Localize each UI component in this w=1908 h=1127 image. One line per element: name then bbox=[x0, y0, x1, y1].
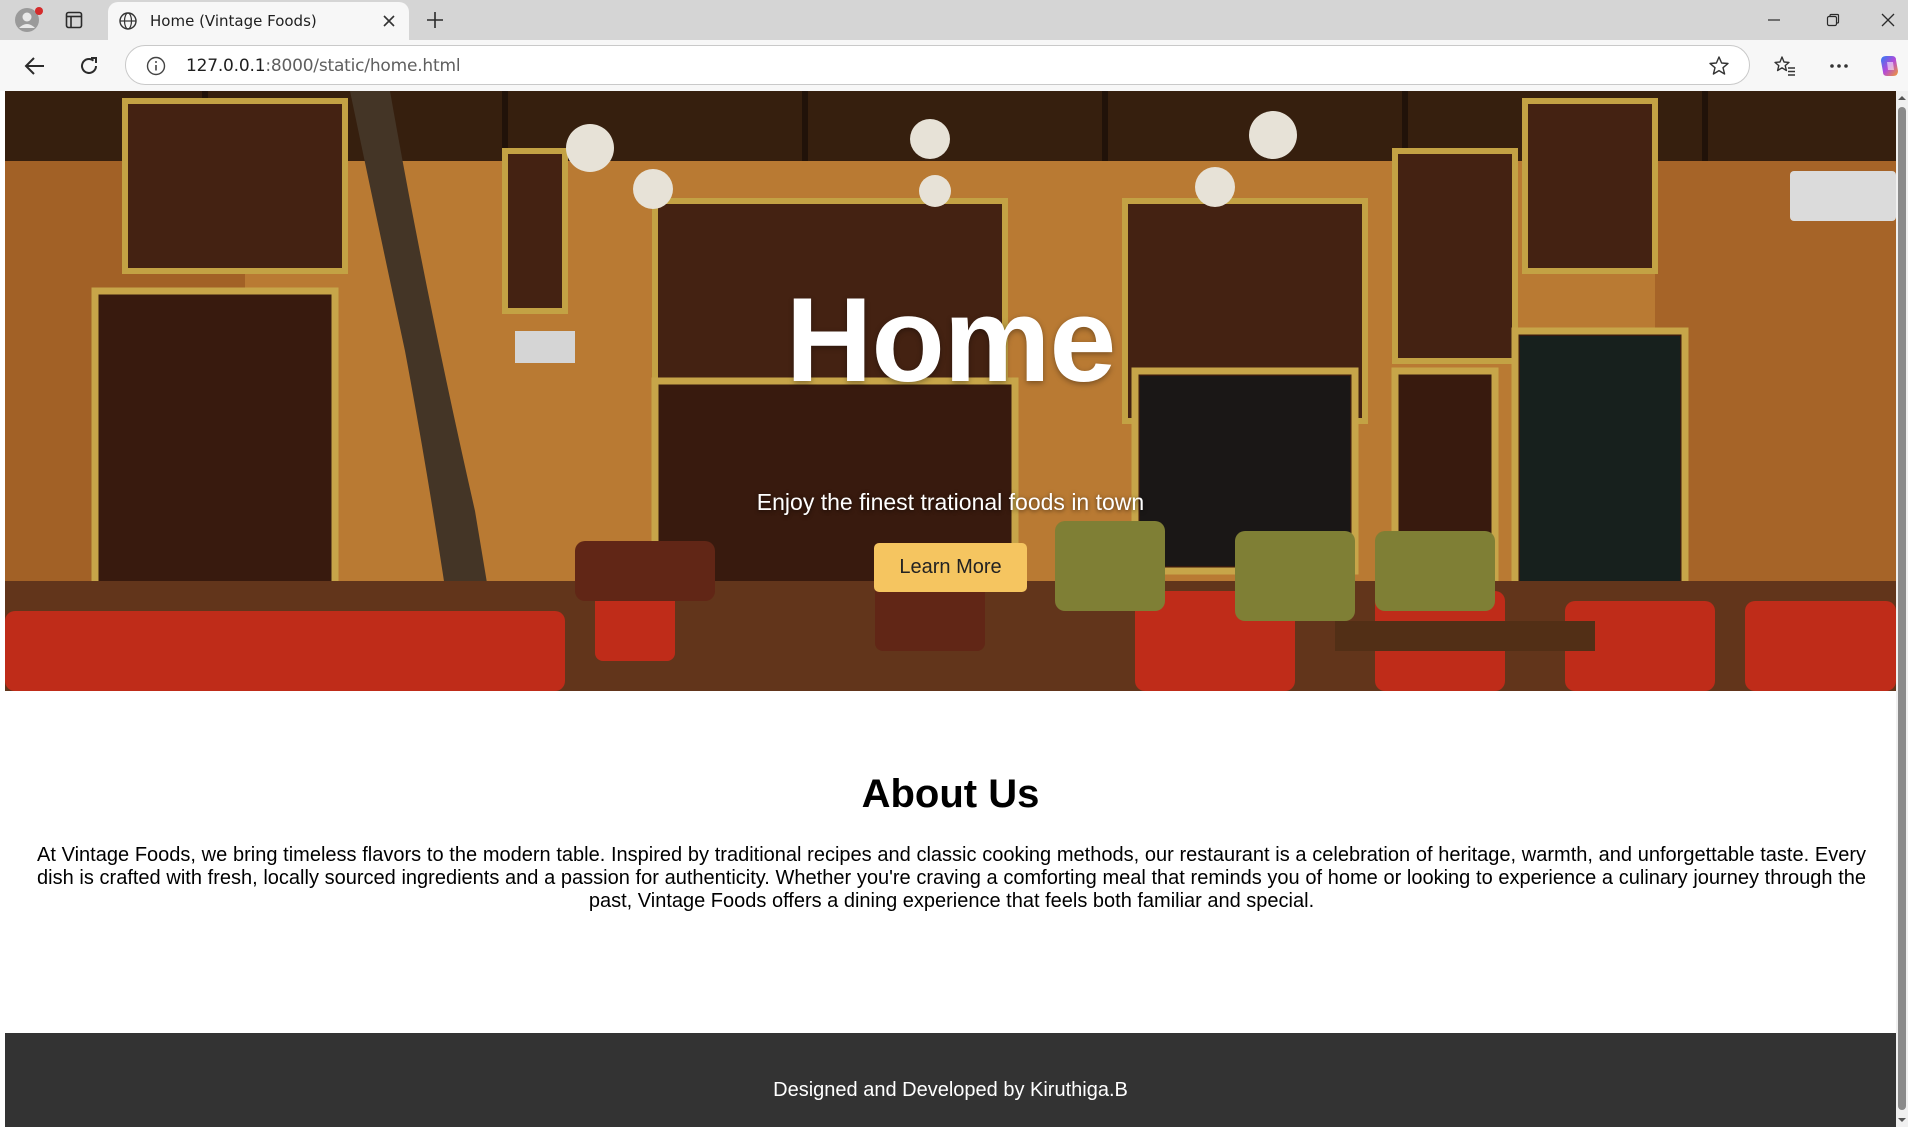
close-window-icon bbox=[1881, 13, 1895, 27]
about-heading: About Us bbox=[861, 772, 1040, 816]
minimize-button[interactable] bbox=[1759, 6, 1789, 34]
copilot-icon bbox=[1881, 56, 1898, 76]
tab-actions-button[interactable] bbox=[62, 8, 86, 32]
url-host: 127.0.0.1 bbox=[186, 56, 266, 76]
star-icon bbox=[1709, 56, 1729, 75]
scroll-up-arrow-icon[interactable] bbox=[1897, 93, 1907, 103]
restore-button[interactable] bbox=[1818, 6, 1848, 34]
back-button[interactable] bbox=[20, 51, 50, 81]
address-bar[interactable]: 127.0.0.1:8000/static/home.html bbox=[125, 45, 1750, 85]
notification-dot bbox=[35, 7, 43, 15]
about-paragraph: At Vintage Foods, we bring timeless flav… bbox=[37, 844, 1866, 912]
info-icon bbox=[146, 56, 166, 76]
plus-icon bbox=[427, 12, 443, 28]
url-path: :8000/static/home.html bbox=[265, 56, 461, 76]
tab-actions-icon bbox=[65, 11, 83, 29]
learn-more-button[interactable]: Learn More bbox=[874, 543, 1027, 592]
favorite-button[interactable] bbox=[1707, 54, 1731, 78]
browser-tab-strip: Home (Vintage Foods) bbox=[0, 0, 1908, 40]
page-scrollbar[interactable] bbox=[1896, 91, 1908, 1127]
scroll-down-arrow-icon[interactable] bbox=[1897, 1115, 1907, 1125]
scrollbar-thumb[interactable] bbox=[1898, 107, 1906, 1110]
browser-toolbar: 127.0.0.1:8000/static/home.html bbox=[0, 40, 1908, 91]
url-text: 127.0.0.1:8000/static/home.html bbox=[186, 56, 461, 76]
footer-credit: Designed and Developed by Kiruthiga.B bbox=[773, 1079, 1128, 1101]
tab-home[interactable]: Home (Vintage Foods) bbox=[108, 2, 409, 40]
favorites-icon bbox=[1774, 56, 1795, 76]
back-arrow-icon bbox=[24, 57, 44, 75]
close-window-button[interactable] bbox=[1873, 6, 1903, 34]
hero-section: Home Enjoy the finest trational foods in… bbox=[5, 91, 1896, 691]
globe-icon bbox=[119, 12, 137, 30]
close-icon bbox=[383, 15, 395, 27]
hero-title: Home bbox=[785, 273, 1116, 407]
reload-button[interactable] bbox=[74, 51, 104, 81]
page-footer: Designed and Developed by Kiruthiga.B bbox=[5, 1033, 1896, 1127]
new-tab-button[interactable] bbox=[422, 7, 448, 33]
tab-title: Home (Vintage Foods) bbox=[150, 12, 317, 30]
tab-close-button[interactable] bbox=[379, 11, 399, 31]
restore-icon bbox=[1826, 13, 1840, 27]
page-viewport: Home Enjoy the finest trational foods in… bbox=[5, 91, 1896, 1127]
hero-subtitle: Enjoy the finest trational foods in town bbox=[756, 489, 1145, 515]
more-icon bbox=[1830, 64, 1848, 68]
more-button[interactable] bbox=[1825, 52, 1853, 80]
reload-icon bbox=[81, 57, 97, 74]
minimize-icon bbox=[1768, 19, 1780, 21]
profile-button[interactable] bbox=[13, 6, 43, 34]
favorites-button[interactable] bbox=[1771, 52, 1799, 80]
site-info-button[interactable] bbox=[146, 56, 166, 76]
copilot-button[interactable] bbox=[1876, 52, 1904, 80]
